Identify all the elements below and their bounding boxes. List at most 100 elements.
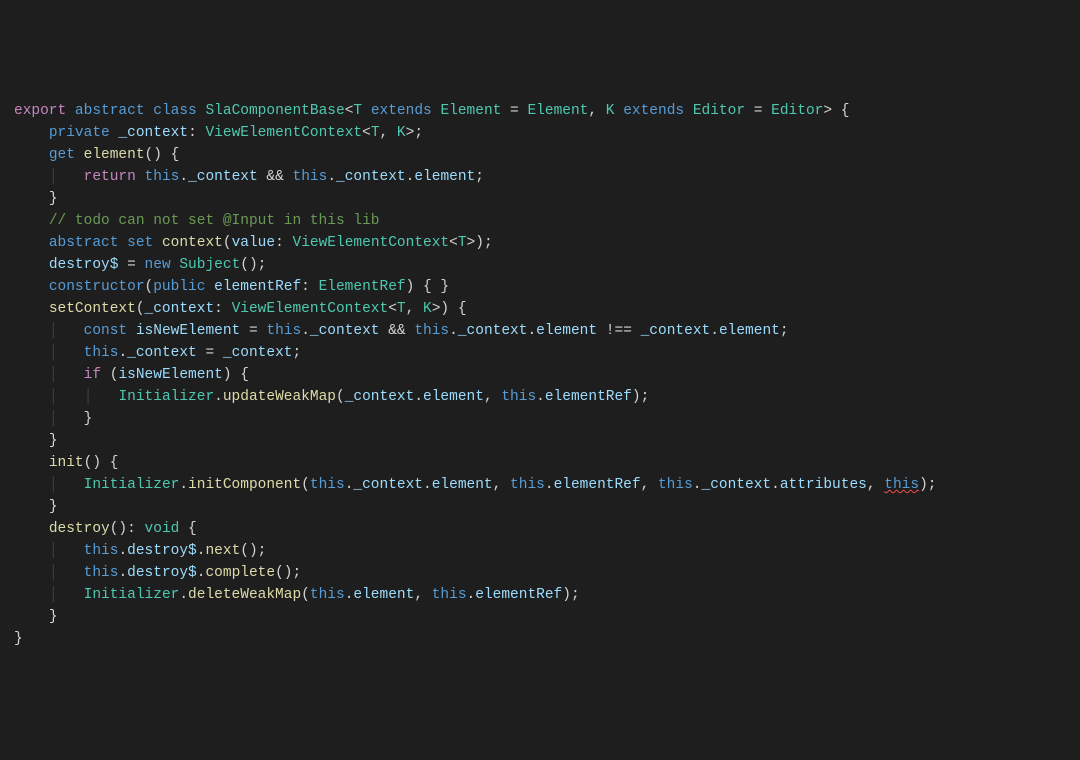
code-token: ,: [588, 103, 605, 119]
code-token: _context: [310, 323, 380, 339]
code-token: element: [414, 169, 475, 185]
code-line[interactable]: │ Initializer.initComponent(this._contex…: [14, 474, 1080, 496]
code-token: Subject: [179, 257, 240, 273]
indent-guide: │: [49, 565, 58, 581]
code-line[interactable]: setContext(_context: ViewElementContext<…: [14, 298, 1080, 320]
code-line[interactable]: │ this._context = _context;: [14, 342, 1080, 364]
code-token: if: [84, 367, 101, 383]
code-token: element: [719, 323, 780, 339]
code-token: !==: [597, 323, 641, 339]
code-line[interactable]: │ this.destroy$.next();: [14, 540, 1080, 562]
code-token: [145, 103, 154, 119]
code-line[interactable]: destroy(): void {: [14, 518, 1080, 540]
code-line[interactable]: export abstract class SlaComponentBase<T…: [14, 100, 1080, 122]
indent-guide: │: [49, 543, 58, 559]
code-line[interactable]: │ if (isNewElement) {: [14, 364, 1080, 386]
code-token: K: [606, 103, 615, 119]
code-line[interactable]: │ this.destroy$.complete();: [14, 562, 1080, 584]
code-line[interactable]: │ │ Initializer.updateWeakMap(_context.e…: [14, 386, 1080, 408]
code-token: ();: [275, 565, 301, 581]
code-token: isNewElement: [136, 323, 240, 339]
code-token: ViewElementContext: [232, 301, 389, 317]
code-token: this: [658, 477, 693, 493]
code-line[interactable]: get element() {: [14, 144, 1080, 166]
code-token: this: [145, 169, 180, 185]
code-token: public: [153, 279, 205, 295]
code-token: elementRef: [214, 279, 301, 295]
code-token: [66, 103, 75, 119]
code-token: element: [423, 389, 484, 405]
code-token: ();: [240, 543, 266, 559]
code-token: .: [179, 169, 188, 185]
code-token: .: [214, 389, 223, 405]
code-token: destroy$: [127, 543, 197, 559]
code-token: [75, 147, 84, 163]
code-token: this: [414, 323, 449, 339]
code-line[interactable]: }: [14, 430, 1080, 452]
code-line[interactable]: destroy$ = new Subject();: [14, 254, 1080, 276]
code-token: this: [310, 477, 345, 493]
code-token: extends: [371, 103, 432, 119]
code-token: K: [423, 301, 432, 317]
code-token: private: [49, 125, 110, 141]
code-token: elementRef: [475, 587, 562, 603]
code-token: [362, 103, 371, 119]
code-token: [153, 235, 162, 251]
code-token: ) {: [223, 367, 249, 383]
code-token: [127, 323, 136, 339]
code-token: element: [432, 477, 493, 493]
indent-guide: │: [49, 587, 58, 603]
code-token: .: [118, 543, 127, 559]
code-token: }: [49, 609, 58, 625]
code-line[interactable]: }: [14, 496, 1080, 518]
code-token: [205, 279, 214, 295]
code-line[interactable]: }: [14, 188, 1080, 210]
code-token: ;: [475, 169, 484, 185]
indent-guide: │: [49, 169, 58, 185]
code-token: set: [127, 235, 153, 251]
code-token: K: [397, 125, 406, 141]
code-editor-viewport[interactable]: export abstract class SlaComponentBase<T…: [14, 100, 1080, 650]
code-token: _context: [223, 345, 293, 361]
code-line[interactable]: constructor(public elementRef: ElementRe…: [14, 276, 1080, 298]
code-token: .: [536, 389, 545, 405]
code-token: Initializer: [118, 389, 214, 405]
code-token: class: [153, 103, 197, 119]
code-token: ;: [293, 345, 302, 361]
code-token: value: [232, 235, 276, 251]
code-line[interactable]: │ const isNewElement = this._context && …: [14, 320, 1080, 342]
code-token: ,: [867, 477, 884, 493]
code-token: );: [562, 587, 579, 603]
code-token: destroy: [49, 521, 110, 537]
code-line[interactable]: init() {: [14, 452, 1080, 474]
code-line[interactable]: private _context: ViewElementContext<T, …: [14, 122, 1080, 144]
code-token: SlaComponentBase: [205, 103, 344, 119]
code-token: >);: [467, 235, 493, 251]
code-token: .: [693, 477, 702, 493]
code-token: setContext: [49, 301, 136, 317]
code-token: .: [423, 477, 432, 493]
code-line[interactable]: // todo can not set @Input in this lib: [14, 210, 1080, 232]
code-line[interactable]: abstract set context(value: ViewElementC…: [14, 232, 1080, 254]
code-line[interactable]: }: [14, 628, 1080, 650]
code-token: ,: [484, 389, 501, 405]
code-token: :: [214, 301, 231, 317]
code-token: );: [919, 477, 936, 493]
code-token: ,: [641, 477, 658, 493]
indent-guide: │: [49, 411, 58, 427]
code-token: T: [458, 235, 467, 251]
code-token: abstract: [75, 103, 145, 119]
code-token: _context: [702, 477, 772, 493]
indent-guide: │: [84, 389, 93, 405]
code-token: element: [353, 587, 414, 603]
code-token: complete: [205, 565, 275, 581]
code-token: =: [118, 257, 144, 273]
code-line[interactable]: │ return this._context && this._context.…: [14, 166, 1080, 188]
code-line[interactable]: │ }: [14, 408, 1080, 430]
code-token: <: [388, 301, 397, 317]
code-line[interactable]: │ Initializer.deleteWeakMap(this.element…: [14, 584, 1080, 606]
code-token: this: [84, 345, 119, 361]
code-token: this: [432, 587, 467, 603]
indent-guide: │: [49, 323, 58, 339]
code-line[interactable]: }: [14, 606, 1080, 628]
